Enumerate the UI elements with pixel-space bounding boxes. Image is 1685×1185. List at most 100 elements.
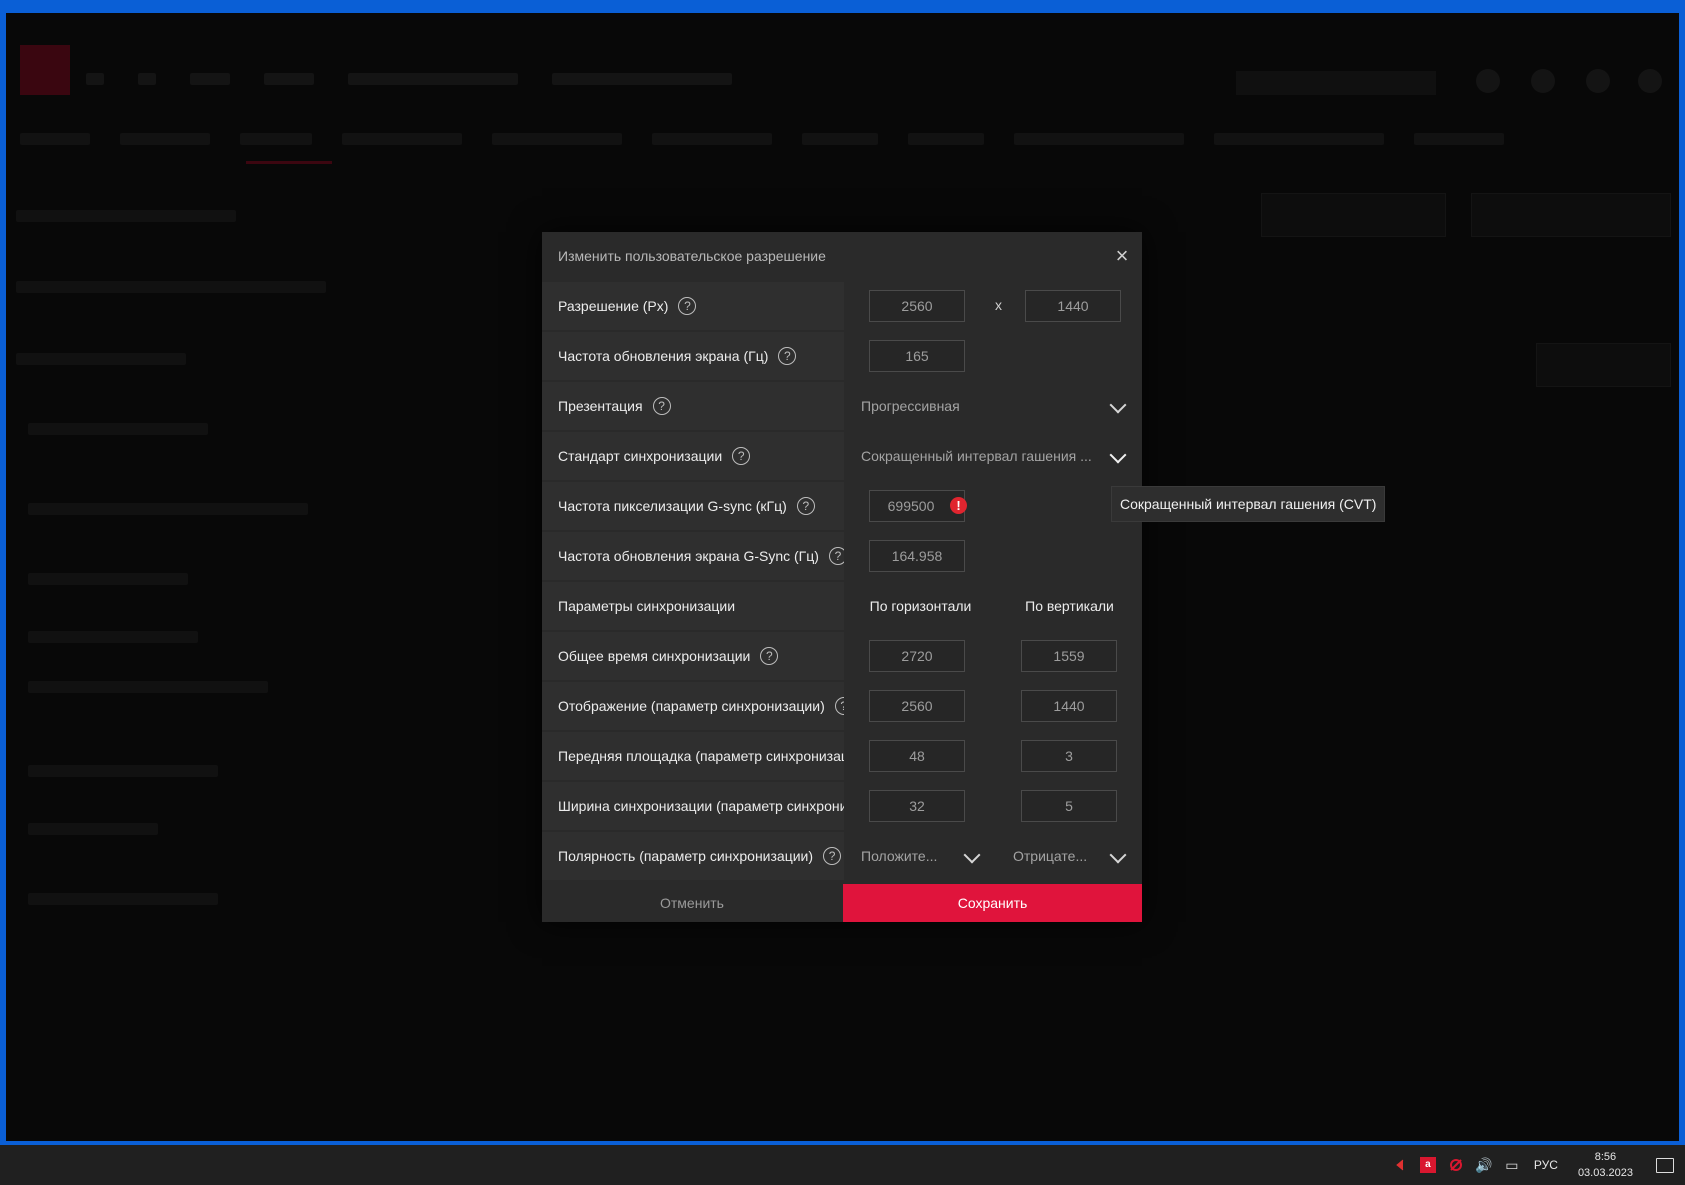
timing-standard-tooltip: Сокращенный интервал гашения (CVT) (1111, 486, 1386, 522)
cancel-button[interactable]: Отменить (542, 884, 842, 922)
sync-width-vertical-input[interactable] (1021, 790, 1117, 822)
clock-date: 03.03.2023 (1577, 1167, 1633, 1179)
row-timing-standard: Стандарт синхронизации ? Сокращенный инт… (542, 432, 1142, 482)
custom-resolution-dialog: Изменить пользовательское разрешение × Р… (542, 232, 1142, 922)
polarity-horizontal-dropdown[interactable]: Положите... (845, 832, 996, 880)
row-label: Полярность (параметр синхронизации) ? (542, 832, 844, 880)
language-indicator[interactable]: РУС (1534, 1158, 1558, 1172)
display-timing-vertical-input[interactable] (1021, 690, 1117, 722)
column-header-vertical: По вертикали (1025, 598, 1114, 614)
row-label: Ширина синхронизации (параметр синхрони (542, 782, 844, 830)
chevron-down-icon (1109, 396, 1127, 414)
help-icon[interactable]: ? (652, 397, 671, 415)
chevron-down-icon (1109, 846, 1127, 864)
front-porch-vertical-input[interactable] (1021, 740, 1117, 772)
amd-tray-icon[interactable]: a (1417, 1154, 1439, 1176)
row-label: Частота обновления экрана G-Sync (Гц) ? (542, 532, 844, 580)
row-label: Разрешение (Px) ? (542, 282, 844, 330)
polarity-vertical-dropdown[interactable]: Отрицате... (997, 832, 1142, 880)
background-text (16, 353, 186, 365)
row-label: Частота обновления экрана (Гц) ? (542, 332, 844, 380)
resolution-separator: x (995, 297, 1002, 313)
save-button[interactable]: Сохранить (843, 884, 1142, 922)
background-button (1471, 193, 1671, 237)
help-icon[interactable]: ? (778, 347, 797, 365)
background-icon (1638, 69, 1662, 93)
column-header-horizontal: По горизонтали (869, 598, 972, 614)
chevron-down-icon (963, 846, 981, 864)
row-refresh-rate: Частота обновления экрана (Гц) ? (542, 332, 1142, 382)
resolution-height-input[interactable] (1025, 290, 1121, 322)
row-label: Передняя площадка (параметр синхронизац (542, 732, 844, 780)
background-header (6, 13, 1679, 99)
help-icon[interactable]: ? (823, 847, 842, 865)
notification-chevron-icon[interactable] (1389, 1154, 1411, 1176)
volume-icon[interactable]: 🔊 (1473, 1154, 1495, 1176)
row-label: Презентация ? (542, 382, 844, 430)
display-timing-horizontal-input[interactable] (869, 690, 965, 722)
error-icon: ! (950, 497, 967, 514)
background-icon (1476, 69, 1500, 93)
dialog-footer: Отменить Сохранить (542, 884, 1142, 922)
row-label: Частота пикселизации G-sync (кГц) ? (542, 482, 844, 530)
background-text (28, 681, 268, 693)
background-tabs (20, 133, 1504, 145)
help-icon[interactable]: ? (828, 547, 844, 565)
background-text (28, 765, 218, 777)
presentation-dropdown[interactable]: Прогрессивная (845, 382, 1142, 430)
timing-standard-dropdown[interactable]: Сокращенный интервал гашения ... (845, 432, 1142, 480)
background-button (1261, 193, 1446, 237)
row-polarity: Полярность (параметр синхронизации) ? По… (542, 832, 1142, 882)
row-sync-width: Ширина синхронизации (параметр синхрони (542, 782, 1142, 832)
row-presentation: Презентация ? Прогрессивная (542, 382, 1142, 432)
background-search (1236, 71, 1436, 95)
background-button (1536, 343, 1671, 387)
gsync-refresh-input[interactable] (869, 540, 965, 572)
front-porch-horizontal-input[interactable] (869, 740, 965, 772)
background-active-tab-indicator (246, 161, 332, 164)
network-icon[interactable]: ▭ (1501, 1154, 1523, 1176)
background-text (16, 281, 326, 293)
background-settings-icon (1586, 69, 1610, 93)
background-text (28, 423, 208, 435)
background-text (28, 503, 308, 515)
background-text (16, 210, 236, 222)
background-text (28, 893, 218, 905)
clock[interactable]: 8:56 03.03.2023 (1578, 1149, 1633, 1181)
help-icon[interactable]: ? (732, 447, 751, 465)
background-text (28, 631, 198, 643)
total-timing-vertical-input[interactable] (1021, 640, 1117, 672)
help-icon[interactable]: ? (834, 697, 844, 715)
system-tray: a 🔊 ▭ РУС 8:56 03.03.2023 (1386, 1145, 1685, 1185)
notification-center-icon[interactable] (1645, 1145, 1685, 1185)
dialog-title: Изменить пользовательское разрешение (558, 248, 826, 264)
background-icon (1531, 69, 1555, 93)
refresh-rate-input[interactable] (869, 340, 965, 372)
sync-width-horizontal-input[interactable] (869, 790, 965, 822)
dialog-title-bar: Изменить пользовательское разрешение × (542, 232, 1142, 280)
help-icon[interactable]: ? (796, 497, 815, 515)
row-label: Отображение (параметр синхронизации) ? (542, 682, 844, 730)
total-timing-horizontal-input[interactable] (869, 640, 965, 672)
close-icon[interactable]: × (1110, 244, 1134, 268)
row-label: Общее время синхронизации ? (542, 632, 844, 680)
help-icon[interactable]: ? (678, 297, 697, 315)
red-tray-icon[interactable] (1445, 1154, 1467, 1176)
background-text (28, 573, 188, 585)
background-nav (86, 73, 732, 85)
row-label: Стандарт синхронизации ? (542, 432, 844, 480)
resolution-width-input[interactable] (869, 290, 965, 322)
row-display-timing: Отображение (параметр синхронизации) ? (542, 682, 1142, 732)
row-label: Параметры синхронизации (542, 582, 844, 630)
row-timing-params-header: Параметры синхронизации По горизонтали П… (542, 582, 1142, 632)
row-gsync-refresh: Частота обновления экрана G-Sync (Гц) ? (542, 532, 1142, 582)
chevron-down-icon (1109, 446, 1127, 464)
windows-taskbar: a 🔊 ▭ РУС 8:56 03.03.2023 (0, 1145, 1685, 1185)
row-resolution: Разрешение (Px) ? x (542, 282, 1142, 332)
row-gsync-pixel-clock: Частота пикселизации G-sync (кГц) ? ! (542, 482, 1142, 532)
clock-time: 8:56 (1594, 1151, 1617, 1163)
background-text (28, 823, 158, 835)
help-icon[interactable]: ? (760, 647, 779, 665)
row-total-timing: Общее время синхронизации ? (542, 632, 1142, 682)
amd-logo (20, 45, 70, 95)
